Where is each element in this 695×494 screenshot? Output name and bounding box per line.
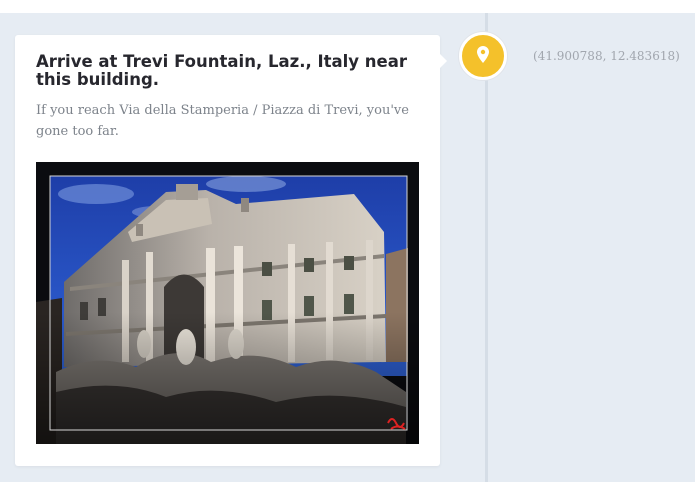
step-card: Arrive at Trevi Fountain, Laz., Italy ne… [15, 35, 447, 466]
timeline-line [485, 13, 488, 482]
map-pin-icon [477, 46, 489, 63]
step-description: If you reach Via della Stamperia / Piazz… [36, 103, 409, 139]
timeline-marker [459, 32, 507, 80]
card-pointer-arrow [440, 54, 447, 68]
coordinates-label: (41.900788, 12.483618) [533, 49, 680, 63]
location-photo [36, 162, 419, 444]
step-title: Arrive at Trevi Fountain, Laz., Italy ne… [36, 52, 408, 89]
bottom-strip [0, 482, 695, 494]
top-strip [0, 0, 695, 13]
